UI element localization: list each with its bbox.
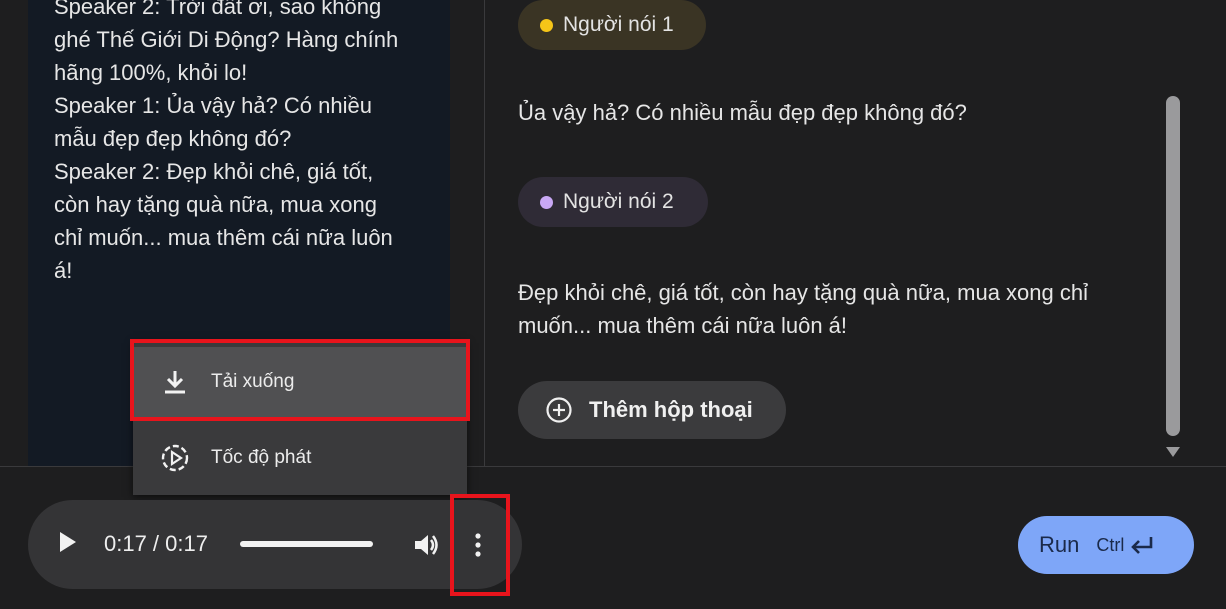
- transcript-line: mẫu đẹp đẹp không đó?: [54, 126, 292, 151]
- run-label: Run: [1039, 532, 1080, 557]
- enter-key-icon: [1131, 537, 1153, 554]
- run-shortcut: Ctrl: [1096, 534, 1125, 555]
- playback-speed-icon: [159, 442, 191, 474]
- speaker-1-color-dot: [540, 18, 553, 32]
- audio-player: 0:17 / 0:17: [28, 500, 522, 589]
- dialog-panel: Người nói 1 Ủa vậy hả? Có nhiều mẫu đẹp …: [485, 0, 1226, 466]
- scrollbar-thumb[interactable]: [1166, 96, 1180, 436]
- transcript-text: Speaker 2: Trời đất ơi, sao không ghé Th…: [54, 0, 424, 287]
- transcript-line: ghé Thế Giới Di Động? Hàng chính: [54, 27, 399, 52]
- speaker-1-chip[interactable]: Người nói 1: [518, 0, 706, 50]
- transcript-line: Speaker 1: Ủa vậy hả? Có nhiều: [54, 93, 372, 118]
- menu-item-playback-speed[interactable]: Tốc độ phát: [133, 423, 467, 493]
- audio-options-menu: Tải xuống Tốc độ phát: [133, 341, 467, 495]
- run-button[interactable]: Run Ctrl: [1018, 516, 1194, 574]
- transcript-line: Speaker 2: Trời đất ơi, sao không: [54, 0, 382, 19]
- menu-item-playback-speed-label: Tốc độ phát: [211, 447, 312, 468]
- speaker-2-label: Người nói 2: [563, 190, 674, 213]
- transcript-line: á!: [54, 258, 73, 283]
- speaker-2-color-dot: [540, 195, 553, 209]
- app-root: Speaker 2: Trời đất ơi, sao không ghé Th…: [0, 0, 1226, 609]
- add-dialog-button[interactable]: Thêm hộp thoại: [518, 381, 786, 439]
- download-icon: [159, 366, 191, 398]
- add-dialog-label: Thêm hộp thoại: [589, 397, 753, 422]
- audio-time: 0:17 / 0:17: [104, 531, 208, 556]
- more-options-icon[interactable]: [472, 530, 484, 560]
- add-circle-icon: [546, 397, 572, 423]
- transcript-line: chỉ muốn... mua thêm cái nữa luôn: [54, 225, 393, 250]
- menu-item-download-label: Tải xuống: [211, 371, 295, 392]
- scroll-down-arrow-icon[interactable]: [1166, 447, 1180, 457]
- transcript-line: Speaker 2: Đẹp khỏi chê, giá tốt,: [54, 159, 374, 184]
- transcript-line: còn hay tặng quà nữa, mua xong: [54, 192, 377, 217]
- speaker-2-chip[interactable]: Người nói 2: [518, 177, 708, 227]
- volume-icon[interactable]: [412, 530, 442, 560]
- audio-progress-bar[interactable]: [240, 541, 373, 547]
- play-icon[interactable]: [60, 532, 76, 552]
- speaker-1-label: Người nói 1: [563, 13, 674, 36]
- transcript-line: hãng 100%, khỏi lo!: [54, 60, 248, 85]
- menu-item-download[interactable]: Tải xuống: [133, 347, 467, 417]
- speaker-1-text[interactable]: Ủa vậy hả? Có nhiều mẫu đẹp đẹp không đó…: [518, 96, 1138, 129]
- speaker-2-text[interactable]: Đẹp khỏi chê, giá tốt, còn hay tặng quà …: [518, 276, 1138, 342]
